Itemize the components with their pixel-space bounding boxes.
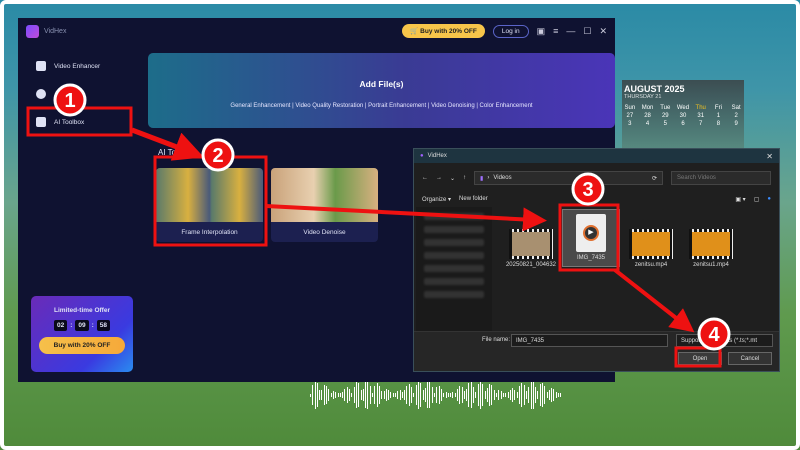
svg-text:1: 1 <box>64 90 75 112</box>
arrow-3 <box>613 268 695 333</box>
highlight-img-file <box>558 203 620 272</box>
step-2-badge: 2 <box>201 138 235 172</box>
step-3-badge: 3 <box>571 172 605 206</box>
step-4-badge: 4 <box>697 317 731 351</box>
arrow-1 <box>131 127 205 161</box>
step-1-badge: 1 <box>53 83 87 117</box>
annotation-overlay: 1 2 3 4 <box>26 83 731 368</box>
arrow-2 <box>265 204 547 232</box>
svg-text:3: 3 <box>582 179 593 201</box>
svg-text:2: 2 <box>212 145 223 167</box>
highlight-open-button <box>674 346 722 368</box>
svg-text:4: 4 <box>708 324 720 346</box>
highlight-frame-interpolation <box>153 155 268 247</box>
